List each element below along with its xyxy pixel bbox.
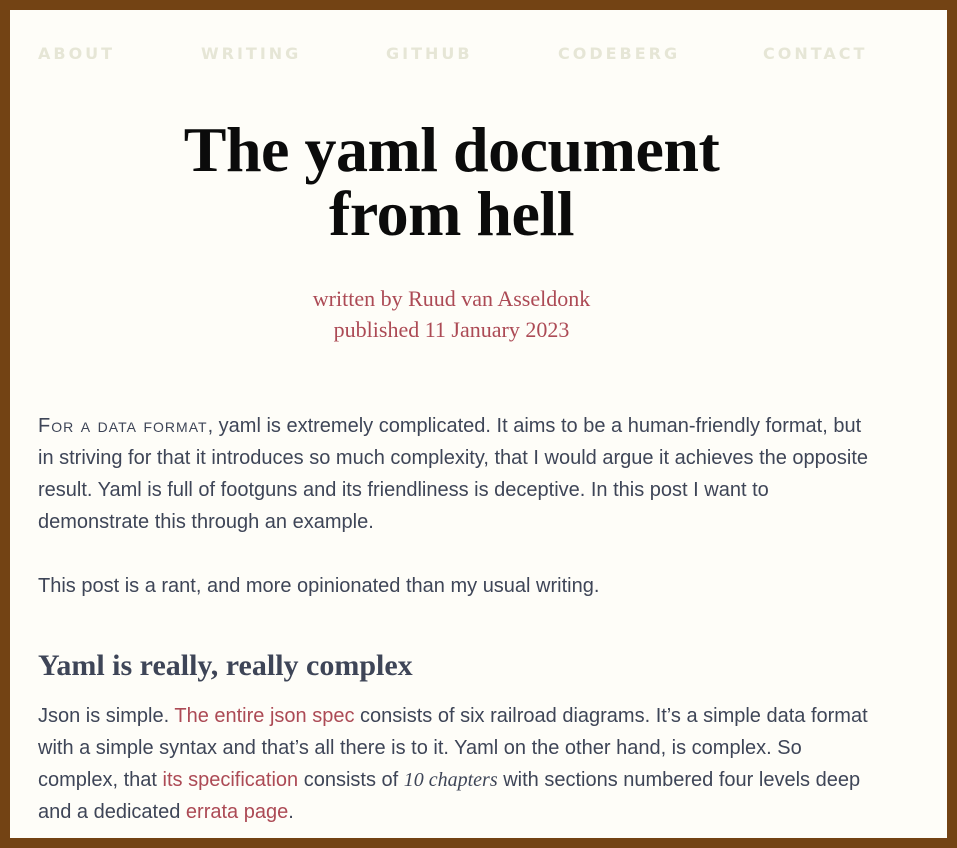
json-paragraph: Json is simple. The entire json spec con… xyxy=(38,700,878,828)
json-spec-link[interactable]: The entire json spec xyxy=(174,705,354,727)
intro-lead: For a data format xyxy=(38,415,208,437)
article-meta: written by Ruud van Asseldonk published … xyxy=(10,283,893,345)
nav-github[interactable]: GITHUB xyxy=(386,44,473,63)
yaml-spec-link[interactable]: its specification xyxy=(163,769,299,791)
nav-codeberg[interactable]: CODEBERG xyxy=(558,44,680,63)
nav-contact[interactable]: CONTACT xyxy=(763,44,867,63)
article-title: The yaml document from hell xyxy=(10,118,893,246)
p3-text-c: consists of xyxy=(298,769,404,791)
p3-text-e: . xyxy=(288,801,294,823)
section-heading: Yaml is really, really complex xyxy=(38,649,413,682)
nav-about[interactable]: ABOUT xyxy=(38,44,115,63)
title-line-2: from hell xyxy=(329,178,574,249)
page: ABOUT WRITING GITHUB CODEBERG CONTACT Th… xyxy=(10,10,947,838)
errata-link[interactable]: errata page xyxy=(186,801,288,823)
nav-writing[interactable]: WRITING xyxy=(201,44,301,63)
author-line: written by Ruud van Asseldonk xyxy=(312,286,591,311)
published-line: published 11 January 2023 xyxy=(333,317,570,342)
p3-text-a: Json is simple. xyxy=(38,705,175,727)
intro-paragraph: For a data format, yaml is extremely com… xyxy=(38,410,878,538)
chapters-emphasis: 10 chapters xyxy=(403,769,498,791)
rant-paragraph: This post is a rant, and more opinionate… xyxy=(38,575,600,597)
title-line-1: The yaml document xyxy=(183,114,720,185)
